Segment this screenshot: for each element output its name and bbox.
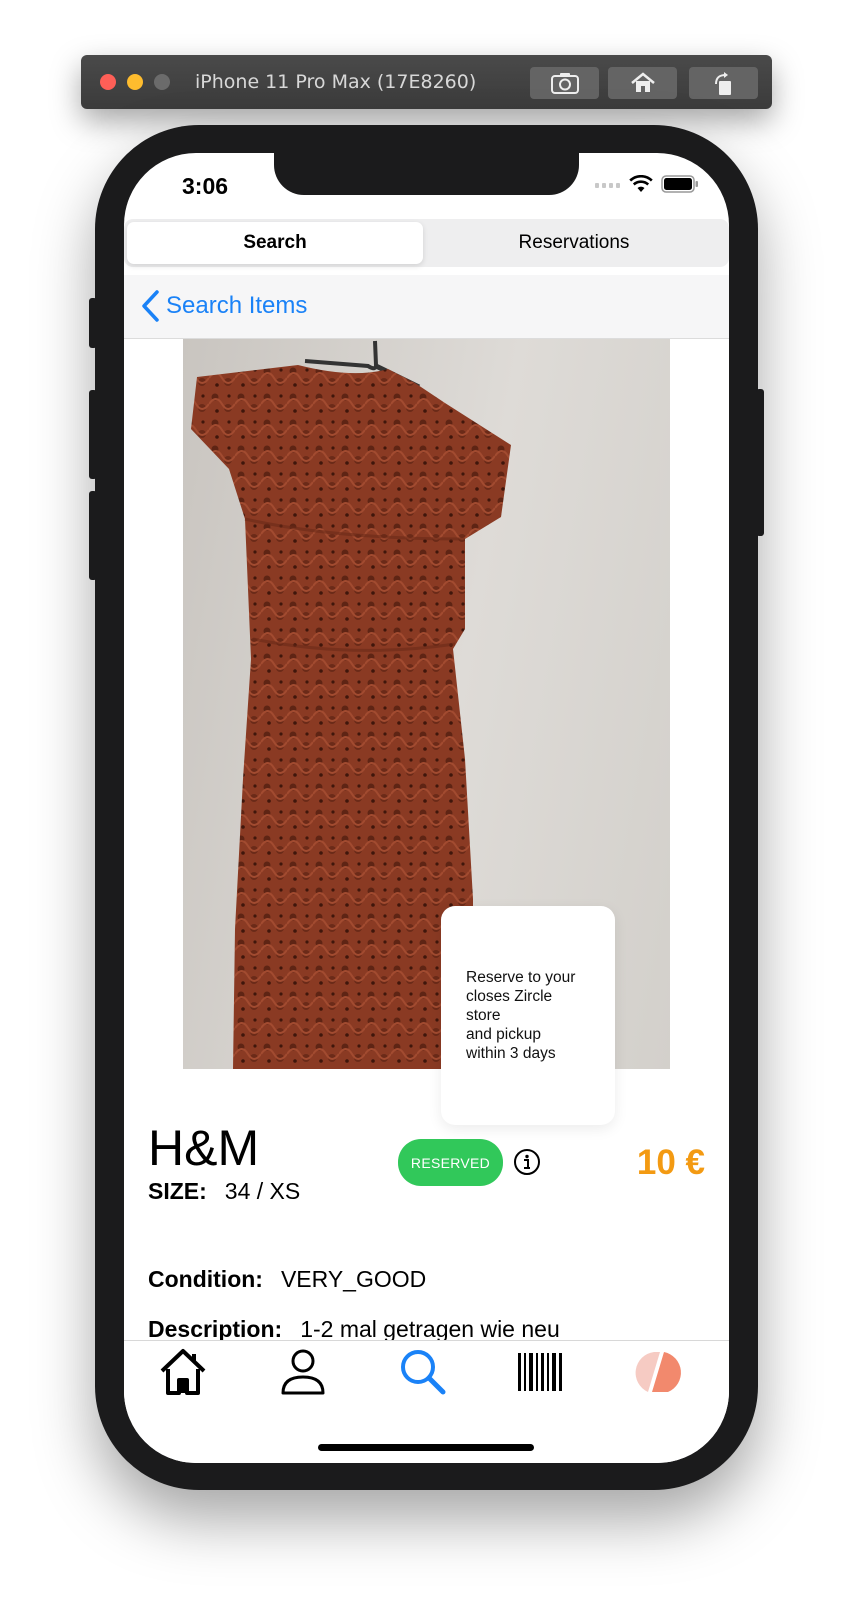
info-icon [514,1149,540,1175]
zircle-logo-icon [635,1352,681,1392]
cellular-icon [595,183,620,188]
zoom-window-button[interactable] [154,74,170,90]
tab-search[interactable]: Search [127,222,423,264]
size-value: 34 / XS [224,1178,301,1204]
rotate-icon [715,72,731,95]
rotate-button[interactable] [689,67,758,99]
barcode-icon [518,1353,562,1391]
simulator-titlebar: iPhone 11 Pro Max (17E8260) [81,55,772,109]
tab-search[interactable] [398,1347,448,1402]
description-label: Description: [148,1316,283,1342]
condition-label: Condition: [148,1266,263,1292]
profile-icon [281,1349,325,1395]
home-indicator [318,1444,534,1451]
simulator-title: iPhone 11 Pro Max (17E8260) [195,71,477,93]
size-label: SIZE: [148,1178,207,1204]
back-button[interactable]: Search Items [140,289,307,323]
navigation-bar: Search Items [124,275,729,339]
screenshot-icon [551,73,579,94]
wifi-icon [629,175,653,192]
screenshot-button[interactable] [530,67,599,99]
tab-home[interactable] [158,1347,208,1402]
tab-zircle[interactable] [632,1347,684,1402]
search-icon [401,1350,446,1395]
condition-value: VERY_GOOD [280,1266,427,1292]
condition-row: Condition: VERY_GOOD [148,1266,426,1293]
back-button-label: Search Items [166,292,308,319]
tab-profile[interactable] [279,1347,327,1402]
status-time: 3:06 [182,173,229,199]
reservation-tooltip: Reserve to your closes Zircle store and … [441,906,615,1125]
minimize-window-button[interactable] [127,74,143,90]
info-button[interactable] [513,1148,541,1181]
product-brand: H&M [148,1120,260,1176]
status-badge: RESERVED [398,1139,503,1186]
description-row: Description: 1-2 mal getragen wie neu [148,1316,560,1343]
volume-down-button [89,491,97,580]
battery-icon [661,175,698,193]
size-row: SIZE: 34 / XS [148,1178,300,1205]
description-value: 1-2 mal getragen wie neu [300,1316,560,1342]
volume-up-button [89,390,97,479]
home-icon [631,72,655,92]
status-icons [595,175,699,193]
close-window-button[interactable] [100,74,116,90]
home-icon [160,1349,206,1395]
product-price: 10 € [636,1143,705,1182]
app-screen: 3:06 Search Reservations Search Items Re… [124,153,729,1463]
tab-scan[interactable] [517,1347,563,1400]
home-button[interactable] [608,67,677,99]
power-button [756,389,764,536]
chevron-left-icon [142,290,159,322]
segmented-control: Search Reservations [124,219,729,267]
tab-reservations[interactable]: Reservations [426,222,722,264]
mute-switch [89,298,97,348]
notch [274,153,579,195]
